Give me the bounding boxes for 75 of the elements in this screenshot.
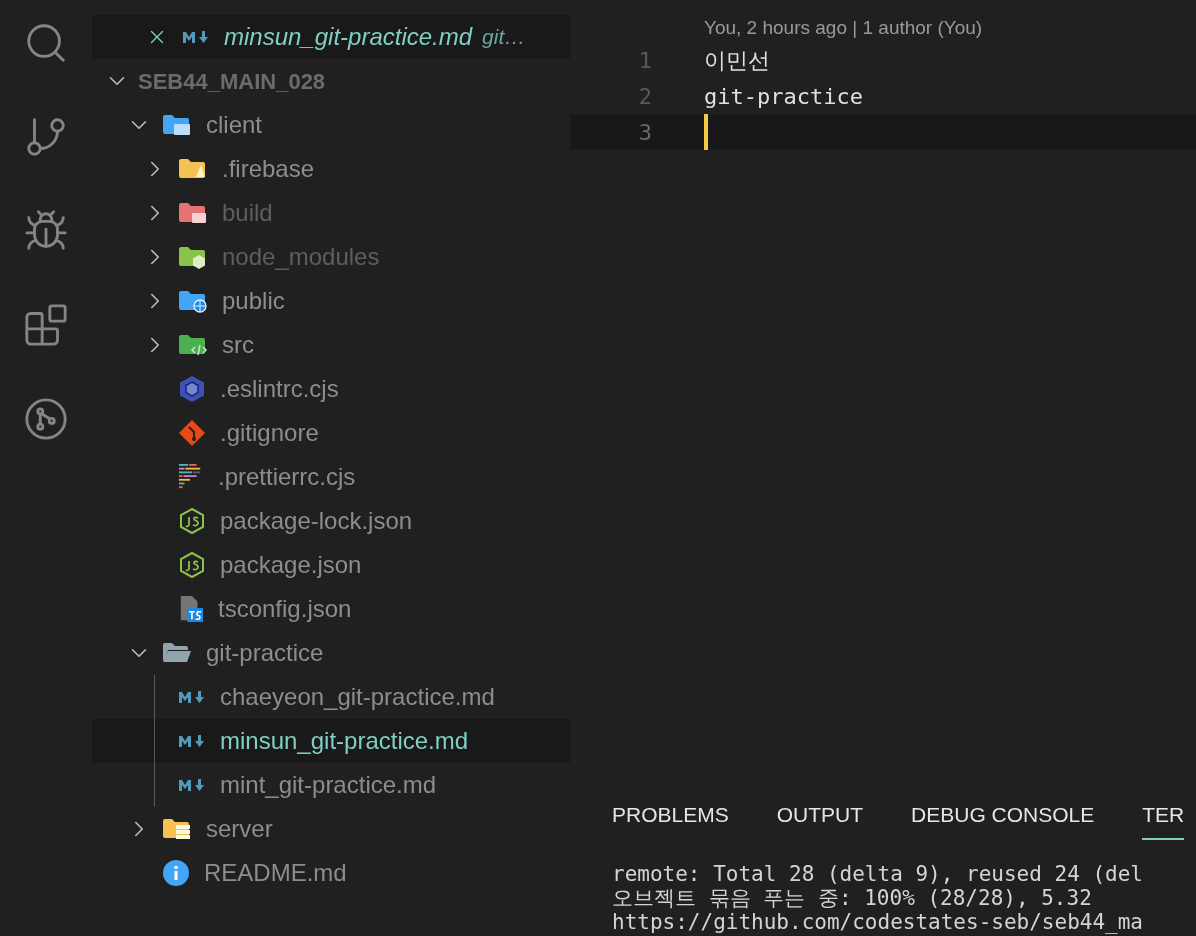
tree-item[interactable]: package-lock.json: [92, 499, 570, 543]
folder-icon: [162, 817, 192, 841]
file-name: package-lock.json: [220, 506, 413, 536]
folder-icon: [178, 201, 208, 225]
nodejs-icon: [178, 551, 206, 579]
tsconfig-icon: [178, 594, 204, 624]
panel-tab[interactable]: TER: [1142, 792, 1185, 840]
line-number: 2: [637, 82, 652, 111]
tree-item[interactable]: tsconfig.json: [92, 587, 570, 631]
git-graph-icon[interactable]: [23, 396, 69, 442]
tree-item[interactable]: README.md: [92, 851, 570, 895]
markdown-icon: [182, 30, 210, 44]
file-name: src: [222, 330, 254, 360]
line-number: 1: [637, 46, 652, 75]
terminal-line: https://github.com/codestates-seb/seb44_ma: [612, 910, 1144, 934]
file-path: git…: [482, 24, 526, 51]
file-name: git-practice: [206, 638, 324, 668]
info-icon: [162, 859, 190, 887]
tree-item[interactable]: chaeyeon_git-practice.md: [92, 675, 570, 719]
tree-item[interactable]: mint_git-practice.md: [92, 763, 570, 807]
markdown-icon: [178, 734, 206, 748]
code-text: 이민선: [704, 46, 770, 75]
file-name: package.json: [220, 550, 362, 580]
tree-item[interactable]: client: [92, 103, 570, 147]
folder-icon: [178, 157, 208, 181]
tree-item[interactable]: package.json: [92, 543, 570, 587]
open-editor-item[interactable]: minsun_git-practice.md git…: [92, 15, 570, 59]
file-name: server: [206, 814, 273, 844]
file-name: .eslintrc.cjs: [220, 374, 339, 404]
markdown-icon: [178, 690, 206, 704]
terminal-line: 오브젝트 묶음 푸는 중: 100% (28/28), 5.32: [612, 886, 1093, 910]
extensions-icon[interactable]: [23, 302, 69, 348]
open-folder-icon: [162, 641, 192, 665]
file-name: client: [206, 110, 263, 140]
file-name: .prettierrc.cjs: [218, 462, 356, 492]
panel-tab[interactable]: PROBLEMS: [612, 792, 729, 840]
tree-item[interactable]: .gitignore: [92, 411, 570, 455]
tree-item[interactable]: src: [92, 323, 570, 367]
blame-annotation: You, 2 hours ago | 1 author (You): [703, 16, 984, 40]
file-name: public: [222, 286, 285, 316]
git-icon: [178, 419, 206, 447]
tree-item[interactable]: .firebase: [92, 147, 570, 191]
panel-tab[interactable]: OUTPUT: [776, 792, 864, 840]
nodejs-icon: [178, 507, 206, 535]
text-cursor: [704, 114, 708, 150]
file-name: minsun_git-practice.md: [224, 22, 473, 52]
project-title: SEB44_MAIN_028: [138, 67, 326, 96]
tree-item[interactable]: node_modules: [92, 235, 570, 279]
hexagon-icon: [178, 375, 206, 403]
markdown-icon: [178, 778, 206, 792]
tree-item[interactable]: .prettierrc.cjs: [92, 455, 570, 499]
file-name: mint_git-practice.md: [220, 770, 437, 800]
file-name: .gitignore: [220, 418, 319, 448]
tree-item[interactable]: server: [92, 807, 570, 851]
panel-tab[interactable]: DEBUG CONSOLE: [911, 792, 1095, 840]
file-name: node_modules: [222, 242, 380, 272]
folder-icon: [178, 289, 208, 313]
tree-item[interactable]: public: [92, 279, 570, 323]
file-name: tsconfig.json: [218, 594, 352, 624]
tree-item[interactable]: git-practice: [92, 631, 570, 675]
code-text: git-practice: [704, 82, 863, 111]
file-name: chaeyeon_git-practice.md: [220, 682, 495, 712]
folder-icon: [162, 113, 192, 137]
terminal-line: remote: Total 28 (delta 9), reused 24 (del: [612, 862, 1144, 886]
line-number: 3: [637, 118, 652, 147]
file-name: build: [222, 198, 273, 228]
tree-item[interactable]: minsun_git-practice.md: [92, 719, 570, 763]
file-name: .firebase: [222, 154, 315, 184]
file-name: README.md: [204, 858, 347, 888]
folder-icon: [178, 333, 208, 357]
tree-item[interactable]: SEB44_MAIN_028: [92, 59, 570, 103]
folder-icon: [178, 245, 208, 269]
tree-item[interactable]: .eslintrc.cjs: [92, 367, 570, 411]
tree-item[interactable]: build: [92, 191, 570, 235]
file-name: minsun_git-practice.md: [220, 726, 469, 756]
